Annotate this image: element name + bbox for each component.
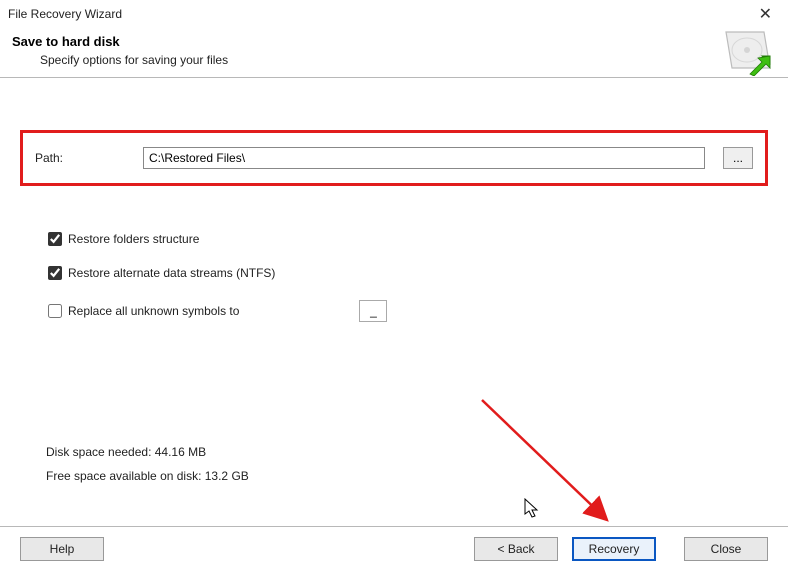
back-button[interactable]: < Back [474,537,558,561]
restore-ads-label: Restore alternate data streams (NTFS) [68,266,275,280]
browse-button[interactable]: ... [723,147,753,169]
restore-folders-checkbox[interactable] [48,232,62,246]
recovery-button[interactable]: Recovery [572,537,656,561]
disk-info: Disk space needed: 44.16 MB Free space a… [46,445,249,493]
restore-ads-checkbox[interactable] [48,266,62,280]
close-icon[interactable]: ✕ [753,4,778,24]
replace-symbols-checkbox[interactable] [48,304,62,318]
close-button[interactable]: Close [684,537,768,561]
content-area: Path: ... Restore folders structure Rest… [0,130,788,322]
free-space-available: Free space available on disk: 13.2 GB [46,469,249,483]
restore-ads-option[interactable]: Restore alternate data streams (NTFS) [48,266,768,280]
disk-space-needed: Disk space needed: 44.16 MB [46,445,249,459]
replace-symbols-option[interactable]: Replace all unknown symbols to [48,300,768,322]
path-label: Path: [35,151,125,165]
window-title: File Recovery Wizard [8,7,122,21]
path-row-highlight: Path: ... [20,130,768,186]
page-title: Save to hard disk [12,34,776,49]
replace-symbols-label: Replace all unknown symbols to [68,304,239,318]
mouse-cursor-icon [524,498,542,520]
replace-symbol-input[interactable] [359,300,387,322]
footer-bar: Help < Back Recovery Close [0,526,788,571]
titlebar: File Recovery Wizard ✕ [0,0,788,28]
restore-folders-label: Restore folders structure [68,232,199,246]
path-input[interactable] [143,147,705,169]
help-button[interactable]: Help [20,537,104,561]
options-group: Restore folders structure Restore altern… [20,232,768,322]
harddisk-recovery-icon [720,28,774,81]
wizard-header: Save to hard disk Specify options for sa… [0,28,788,78]
restore-folders-option[interactable]: Restore folders structure [48,232,768,246]
page-subtitle: Specify options for saving your files [40,53,776,67]
